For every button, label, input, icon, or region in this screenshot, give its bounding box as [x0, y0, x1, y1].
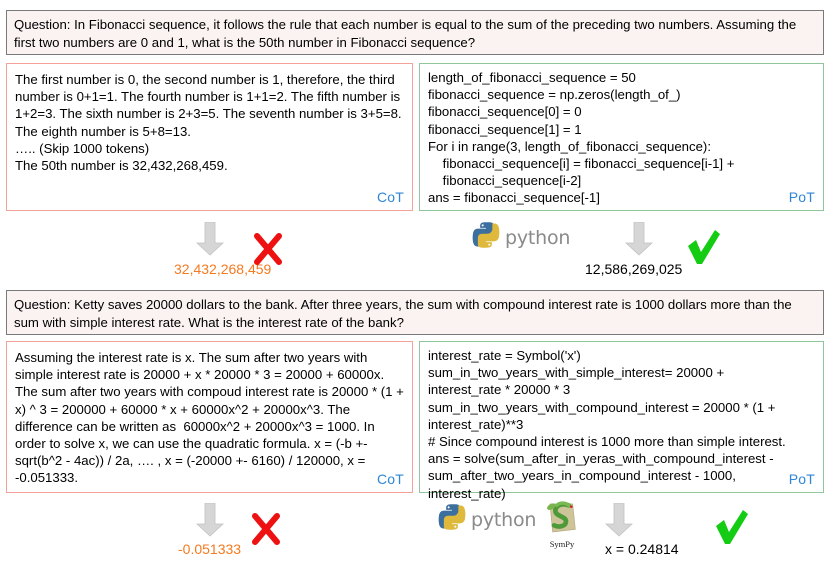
sympy-logo: SymPy [540, 500, 584, 549]
pot-box-2: interest_rate = Symbol('x') sum_in_two_y… [419, 341, 824, 501]
question-text-2: Question: Ketty saves 20000 dollars to t… [14, 297, 792, 330]
cot-text-1: The first number is 0, the second number… [15, 72, 402, 174]
down-arrow-icon [624, 221, 654, 261]
sympy-icon [542, 501, 582, 540]
question-text-1: Question: In Fibonacci sequence, it foll… [14, 17, 797, 50]
pot-answer-1: 12,586,269,025 [585, 261, 683, 277]
question-box-1: Question: In Fibonacci sequence, it foll… [6, 10, 824, 55]
python-logo-label-2: python [471, 508, 537, 531]
question-box-2: Question: Ketty saves 20000 dollars to t… [6, 290, 824, 335]
cot-label-2: CoT [376, 470, 404, 487]
down-arrow-icon [195, 221, 225, 261]
green-check-icon [712, 510, 750, 551]
cot-box-1: The first number is 0, the second number… [6, 63, 413, 211]
pot-text-1: length_of_fibonacci_sequence = 50 fibona… [428, 70, 735, 206]
pot-box-1: length_of_fibonacci_sequence = 50 fibona… [419, 63, 824, 211]
pot-text-2: interest_rate = Symbol('x') sum_in_two_y… [428, 348, 786, 501]
python-icon [438, 503, 466, 536]
python-icon [472, 221, 500, 254]
sympy-logo-label: SymPy [549, 539, 575, 549]
cot-box-2: Assuming the interest rate is x. The sum… [6, 341, 413, 493]
python-logo-label-1: python [505, 226, 571, 249]
pot-label-1: PoT [788, 188, 815, 205]
red-cross-icon [252, 232, 284, 271]
python-logo-2: python [438, 503, 536, 536]
down-arrow-icon [604, 502, 634, 542]
red-cross-icon [250, 512, 282, 551]
pot-answer-2: x = 0.24814 [605, 541, 679, 557]
cot-label-1: CoT [376, 188, 404, 205]
cot-answer-2: -0.051333 [178, 541, 242, 557]
cot-text-2: Assuming the interest rate is x. The sum… [15, 350, 408, 486]
green-check-icon [684, 230, 722, 271]
python-logo-1: python [472, 221, 570, 254]
down-arrow-icon [195, 502, 225, 542]
pot-label-2: PoT [788, 470, 815, 487]
